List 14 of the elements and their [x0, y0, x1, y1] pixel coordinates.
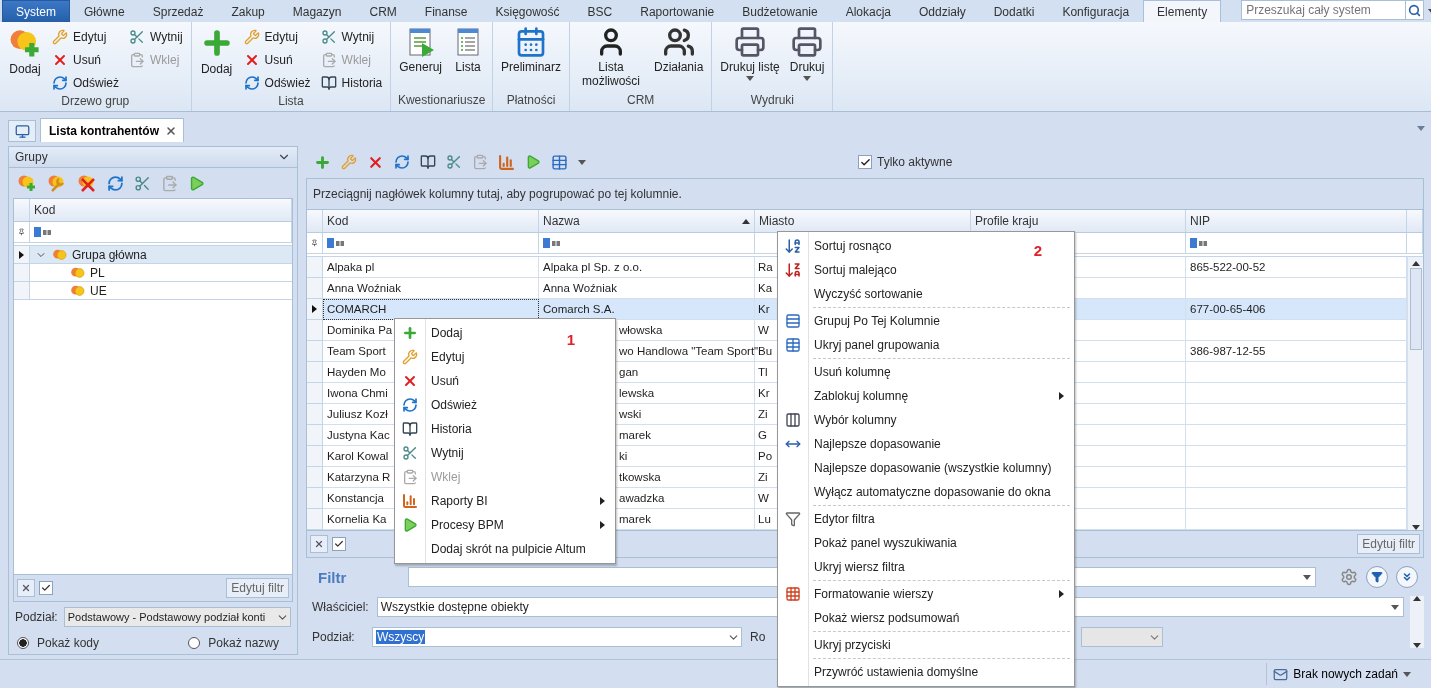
group-label: Lista: [277, 94, 305, 110]
group-label: Wydruki: [749, 93, 795, 109]
field-label: Podział:: [15, 610, 58, 624]
field-label: Właściciel:: [312, 600, 369, 614]
field-label: Podział:: [312, 630, 356, 644]
field-label: Ro: [750, 630, 766, 644]
group-label: Drzewo grup: [60, 94, 131, 110]
group-label: CRM: [626, 93, 656, 109]
callout-number: 2: [1033, 242, 1042, 259]
group-hint: Przeciągnij nagłówek kolumny tutaj, aby pogrupować po tej kolumnie.: [307, 179, 1423, 210]
group-label: Kwestionariusze: [396, 93, 487, 109]
filter-label: Filtr: [317, 568, 348, 586]
group-label: Płatności: [505, 93, 557, 109]
panel-title: Grupy: [15, 150, 48, 164]
